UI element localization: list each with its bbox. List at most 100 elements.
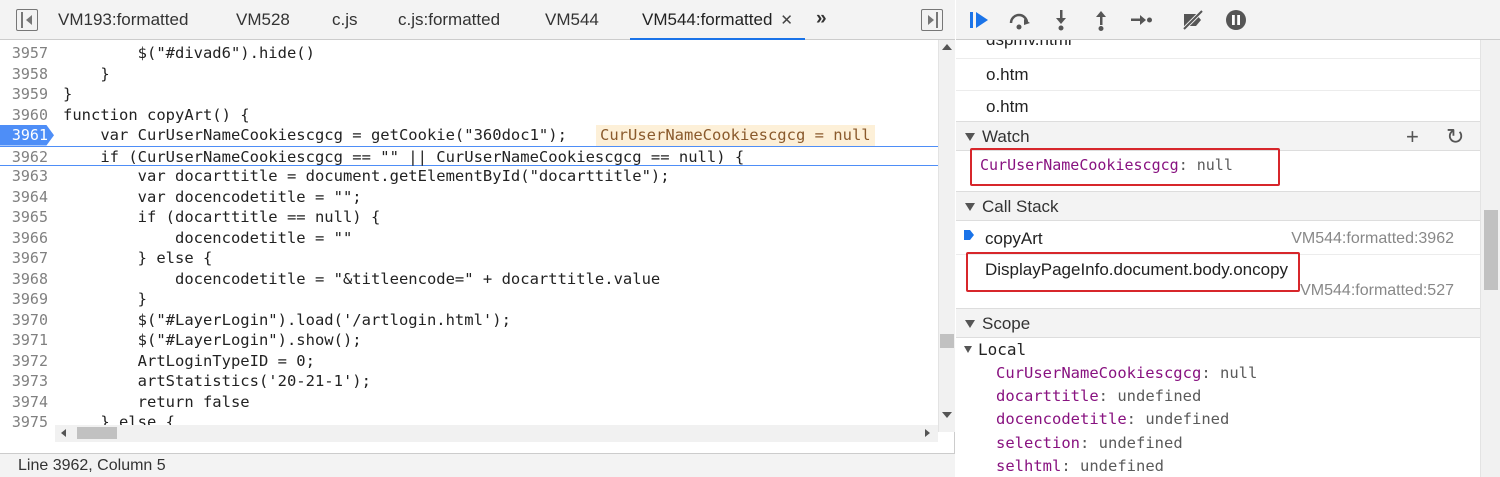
debugger-sidebar: dspmv.html o.htm o.htm Watch + ↻ CurUser… [956, 0, 1500, 477]
scope-section-header[interactable]: Scope [956, 308, 1480, 338]
scope-variable[interactable]: CurUserNameCookiescgcg: null [996, 364, 1257, 382]
code-line[interactable]: 3970 $("#LayerLogin").load('/artlogin.ht… [0, 310, 938, 331]
code-line[interactable]: 3966 docencodetitle = "" [0, 228, 938, 249]
tab-vm544-formatted[interactable]: VM544:formatted ✕ [630, 0, 805, 40]
code-text: function copyArt() { [63, 105, 250, 124]
refresh-watch-icon[interactable]: ↻ [1446, 122, 1464, 152]
scope-variable[interactable]: selhtml: undefined [996, 457, 1164, 475]
call-stack-section-header[interactable]: Call Stack [956, 191, 1480, 221]
code-line[interactable]: 3957 $("#divad6").hide() [0, 43, 938, 64]
code-line[interactable]: 3961 var CurUserNameCookiescgcg = getCoo… [0, 125, 938, 146]
editor-tab-bar: VM193:formatted VM528 c.js c.js:formatte… [0, 0, 955, 40]
line-number[interactable]: 3973 [0, 371, 54, 392]
code-text: docencodetitle = "" [63, 228, 353, 247]
code-view[interactable]: 3957 $("#divad6").hide() 3958 } 3959} 3960 f… [0, 40, 938, 432]
editor-vertical-scrollbar[interactable] [938, 40, 955, 432]
code-line[interactable]: 3972 ArtLoginTypeID = 0; [0, 351, 938, 372]
line-number[interactable]: 3963 [0, 166, 54, 187]
vertical-scroll-thumb[interactable] [940, 334, 954, 348]
toggle-navigator-icon[interactable] [16, 9, 38, 31]
file-list-item[interactable]: o.htm [956, 91, 1480, 123]
code-line[interactable]: 3971 $("#LayerLogin").show(); [0, 330, 938, 351]
tab-vm544[interactable]: VM544 [545, 0, 599, 40]
code-text: } else { [63, 249, 213, 267]
toggle-debugger-icon[interactable] [921, 9, 943, 31]
close-tab-icon[interactable]: ✕ [780, 12, 793, 29]
current-execution-line[interactable]: 3962 if (CurUserNameCookiescgcg == "" ||… [0, 145, 938, 168]
file-list-item[interactable]: dspmv.html [956, 40, 1480, 59]
code-text: docencodetitle = "&titleencode=" + docar… [63, 269, 661, 288]
editor-status-bar: Line 3962, Column 5 [0, 453, 955, 477]
expanded-arrow-icon [965, 133, 975, 141]
watch-section-header[interactable]: Watch + ↻ [956, 121, 1480, 151]
line-number[interactable]: 3960 [0, 105, 54, 126]
code-line[interactable]: 3963 var docarttitle = document.getEleme… [0, 166, 938, 187]
code-text: } [63, 64, 110, 83]
source-editor-pane: VM193:formatted VM528 c.js c.js:formatte… [0, 0, 955, 477]
line-number[interactable]: 3958 [0, 64, 54, 85]
scope-variable[interactable]: docencodetitle: undefined [996, 410, 1229, 428]
scope-variable[interactable]: selection: undefined [996, 434, 1183, 452]
tab-vm193-formatted[interactable]: VM193:formatted [58, 0, 188, 40]
line-number[interactable]: 3974 [0, 392, 54, 413]
code-text: var docarttitle = document.getElementByI… [63, 167, 670, 185]
horizontal-scroll-thumb[interactable] [77, 427, 117, 439]
line-number[interactable]: 3965 [0, 207, 54, 228]
line-number[interactable]: 3964 [0, 187, 54, 208]
code-line[interactable]: 3974 return false [0, 392, 938, 413]
tab-c-js-formatted[interactable]: c.js:formatted [398, 0, 500, 40]
code-line[interactable]: 3964 var docencodetitle = ""; [0, 187, 938, 208]
line-number[interactable]: 3968 [0, 269, 54, 290]
code-text: artStatistics('20-21-1'); [63, 372, 371, 390]
expanded-arrow-icon [965, 320, 975, 328]
code-line[interactable]: 3967 } else { [0, 248, 938, 269]
line-number[interactable]: 3971 [0, 330, 54, 351]
tab-c-js[interactable]: c.js [332, 0, 358, 40]
cursor-position: Line 3962, Column 5 [18, 457, 166, 474]
current-frame-arrow-icon [964, 230, 974, 240]
code-text: if (CurUserNameCookiescgcg == "" || CurU… [63, 147, 745, 166]
code-line[interactable]: 3959} [0, 84, 938, 105]
code-line[interactable]: 3969 } [0, 289, 938, 310]
call-frame[interactable]: copyArt VM544:formatted:3962 [956, 223, 1480, 255]
line-number[interactable]: 3972 [0, 351, 54, 372]
breakpoint-marker[interactable]: 3961 [0, 125, 54, 146]
pause-on-exceptions-icon[interactable] [1223, 7, 1249, 33]
add-watch-expression-icon[interactable]: + [1406, 122, 1419, 152]
deactivate-breakpoints-icon[interactable] [1180, 7, 1206, 33]
code-text: if (docarttitle == null) { [63, 208, 381, 226]
code-line[interactable]: 3958 } [0, 64, 938, 85]
code-text: $("#LayerLogin").show(); [63, 331, 362, 349]
code-text: return false [63, 392, 250, 411]
line-number[interactable]: 3967 [0, 248, 54, 269]
debugger-toolbar [956, 0, 1500, 40]
resume-icon[interactable] [966, 7, 992, 33]
inline-variable-value: CurUserNameCookiescgcg = null [596, 125, 875, 146]
line-number[interactable]: 3957 [0, 43, 54, 64]
line-number[interactable]: 3969 [0, 289, 54, 310]
step-into-icon[interactable] [1048, 7, 1074, 33]
code-line[interactable]: 3968 docencodetitle = "&titleencode=" + … [0, 269, 938, 290]
expanded-arrow-icon [965, 203, 975, 211]
code-text: $("#LayerLogin").load('/artlogin.html'); [63, 310, 511, 329]
file-list-item[interactable]: o.htm [956, 59, 1480, 91]
code-text: ArtLoginTypeID = 0; [63, 351, 315, 370]
step-icon[interactable] [1128, 7, 1154, 33]
line-number[interactable]: 3959 [0, 84, 54, 105]
tab-vm528[interactable]: VM528 [236, 0, 290, 40]
code-line[interactable]: 3960 function copyArt() { [0, 105, 938, 126]
line-number[interactable]: 3975 [0, 412, 54, 432]
local-scope-toggle[interactable]: Local [964, 340, 1026, 360]
code-line[interactable]: 3973 artStatistics('20-21-1'); [0, 371, 938, 392]
editor-horizontal-scrollbar[interactable] [55, 425, 938, 442]
code-line[interactable]: 3965 if (docarttitle == null) { [0, 207, 938, 228]
step-out-icon[interactable] [1088, 7, 1114, 33]
line-number[interactable]: 3962 [0, 147, 54, 168]
line-number[interactable]: 3970 [0, 310, 54, 331]
debugger-scroll-thumb[interactable] [1484, 210, 1498, 290]
more-tabs-icon[interactable]: » [816, 8, 827, 30]
scope-variable[interactable]: docarttitle: undefined [996, 387, 1201, 405]
line-number[interactable]: 3966 [0, 228, 54, 249]
step-over-icon[interactable] [1006, 7, 1032, 33]
debugger-vertical-scrollbar[interactable] [1480, 40, 1500, 477]
